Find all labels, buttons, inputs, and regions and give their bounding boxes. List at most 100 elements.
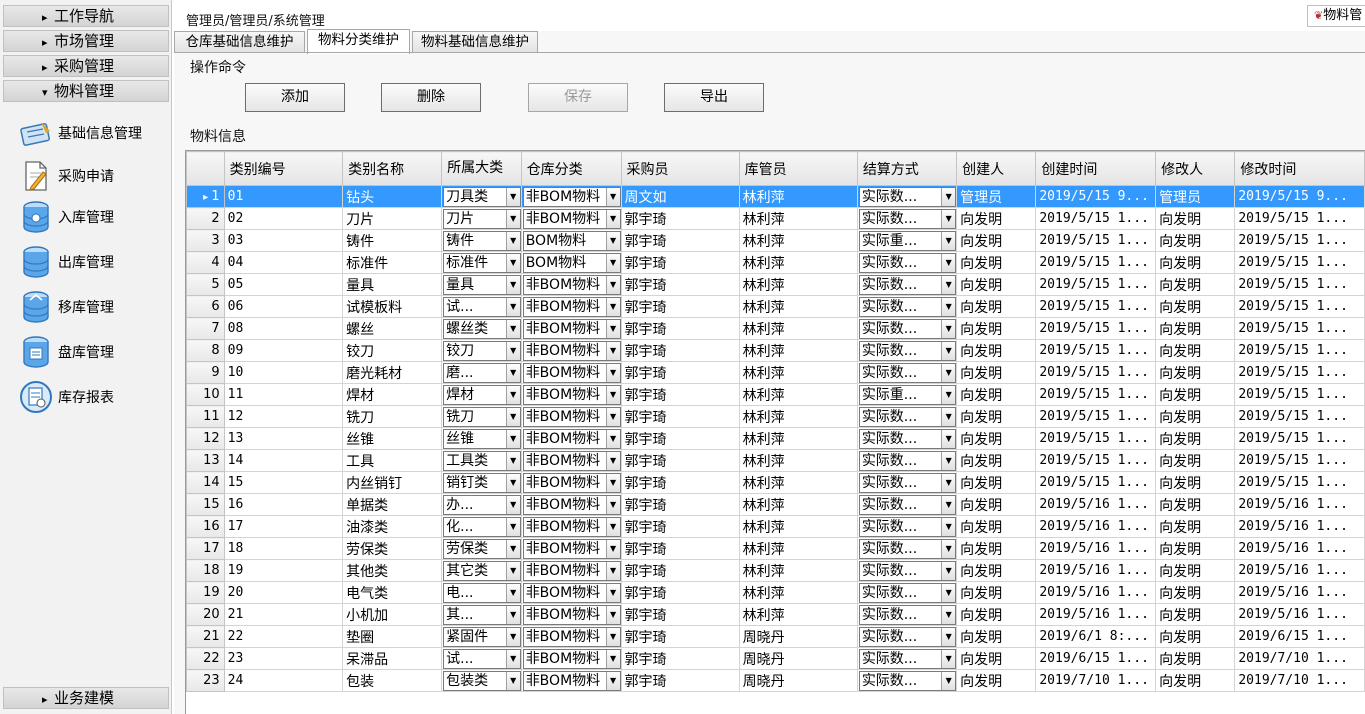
creator-cell[interactable]: 向发明 <box>956 427 1037 450</box>
save-button[interactable]: 保存 <box>528 83 628 112</box>
dropdown-arrow-icon[interactable]: ▼ <box>605 407 620 426</box>
create-time-cell[interactable]: 2019/5/16 1... <box>1035 537 1157 560</box>
dropdown-arrow-icon[interactable]: ▼ <box>941 495 956 514</box>
category-name-cell[interactable]: 劳保类 <box>342 537 443 560</box>
parent-class-cell[interactable]: 工具类 ▼ <box>441 449 522 472</box>
dropdown-arrow-icon[interactable]: ▼ <box>605 473 620 492</box>
keeper-cell[interactable]: 林利萍 <box>738 185 858 208</box>
settlement-cell[interactable]: 实际数... ▼ <box>856 295 958 318</box>
keeper-cell[interactable]: 林利萍 <box>738 559 858 582</box>
dropdown-arrow-icon[interactable]: ▼ <box>605 297 620 316</box>
category-name-cell[interactable]: 铰刀 <box>342 339 443 362</box>
parent-class-combo[interactable]: 包装类 ▼ <box>443 670 521 691</box>
dropdown-arrow-icon[interactable]: ▼ <box>941 341 956 360</box>
col-header-category-code[interactable]: 类别编号 <box>223 151 344 186</box>
keeper-cell[interactable]: 林利萍 <box>738 339 858 362</box>
sidebar-item-stock-report[interactable]: 库存报表 <box>18 379 170 415</box>
export-button[interactable]: 导出 <box>664 83 764 112</box>
creator-cell[interactable]: 向发明 <box>956 647 1037 670</box>
keeper-cell[interactable]: 周晓丹 <box>738 625 858 648</box>
dropdown-arrow-icon[interactable]: ▼ <box>941 451 956 470</box>
table-row[interactable]: 15 16 单据类 办... ▼ 非BOM物料 ▼ 郭宇琦 林利萍 实际数... ▼ 向发明 2019/… <box>186 493 1365 516</box>
category-code-cell[interactable]: 14 <box>223 449 344 472</box>
modify-time-cell[interactable]: 2019/5/15 1... <box>1234 405 1365 428</box>
table-row[interactable]: 11 12 铣刀 铣刀 ▼ 非BOM物料 ▼ 郭宇琦 林利萍 实际数... ▼ 向发明 2019/5/1… <box>186 405 1365 428</box>
delete-button[interactable]: 删除 <box>381 83 481 112</box>
parent-class-combo[interactable]: 铣刀 ▼ <box>443 406 521 427</box>
table-row[interactable]: 20 21 小机加 其... ▼ 非BOM物料 ▼ 郭宇琦 林利萍 实际数... ▼ 向发明 2019/… <box>186 603 1365 626</box>
parent-class-combo[interactable]: 试... ▼ <box>443 296 521 317</box>
creator-cell[interactable]: 向发明 <box>956 229 1037 252</box>
nav-header-market[interactable]: ▸ 市场管理 <box>3 30 169 52</box>
warehouse-class-combo[interactable]: 非BOM物料 ▼ <box>522 428 621 449</box>
parent-class-combo[interactable]: 其... ▼ <box>443 604 521 625</box>
create-time-cell[interactable]: 2019/5/16 1... <box>1035 493 1157 516</box>
warehouse-class-combo[interactable]: BOM物料 ▼ <box>522 230 621 251</box>
dropdown-arrow-icon[interactable]: ▼ <box>941 671 956 690</box>
creator-cell[interactable]: 向发明 <box>956 669 1037 692</box>
dropdown-arrow-icon[interactable]: ▼ <box>605 539 620 558</box>
create-time-cell[interactable]: 2019/5/16 1... <box>1035 603 1157 626</box>
tab-warehouse-basic-info[interactable]: 仓库基础信息维护 <box>174 31 305 53</box>
parent-class-combo[interactable]: 焊材 ▼ <box>443 384 521 405</box>
parent-class-cell[interactable]: 办... ▼ <box>441 493 522 516</box>
modify-time-cell[interactable]: 2019/7/10 1... <box>1234 647 1365 670</box>
settlement-combo[interactable]: 实际数... ▼ <box>858 560 956 581</box>
parent-class-cell[interactable]: 紧固件 ▼ <box>441 625 522 648</box>
create-time-cell[interactable]: 2019/5/15 1... <box>1035 361 1157 384</box>
col-header-settlement[interactable]: 结算方式 <box>856 151 958 186</box>
buyer-cell[interactable]: 郭宇琦 <box>620 449 740 472</box>
tab-material-management[interactable]: ❦物料管 <box>1307 5 1365 27</box>
category-name-cell[interactable]: 标准件 <box>342 251 443 274</box>
parent-class-cell[interactable]: 其它类 ▼ <box>441 559 522 582</box>
table-row[interactable]: 6 06 试模板料 试... ▼ 非BOM物料 ▼ 郭宇琦 林利萍 实际数... ▼ 向发明 2019/… <box>186 295 1365 318</box>
category-name-cell[interactable]: 小机加 <box>342 603 443 626</box>
nav-header-work[interactable]: ▸ 工作导航 <box>3 5 169 27</box>
sidebar-item-transfer[interactable]: 移库管理 <box>18 289 170 325</box>
material-category-grid[interactable]: 类别编号 类别名称 所属大类 仓库分类 采购员 库管员 结算方式 创建人 创建时… <box>185 150 1365 714</box>
table-row[interactable]: 14 15 内丝销钉 销钉类 ▼ 非BOM物料 ▼ 郭宇琦 林利萍 实际数... ▼ 向发明 2019/… <box>186 471 1365 494</box>
keeper-cell[interactable]: 林利萍 <box>738 515 858 538</box>
warehouse-class-combo[interactable]: 非BOM物料 ▼ <box>522 406 621 427</box>
keeper-cell[interactable]: 林利萍 <box>738 251 858 274</box>
table-row[interactable]: 4 04 标准件 标准件 ▼ BOM物料 ▼ 郭宇琦 林利萍 实际数... ▼ 向发明 2019/5/1… <box>186 251 1365 274</box>
category-code-cell[interactable]: 22 <box>223 625 344 648</box>
parent-class-combo[interactable]: 铰刀 ▼ <box>443 340 521 361</box>
buyer-cell[interactable]: 郭宇琦 <box>620 229 740 252</box>
modify-time-cell[interactable]: 2019/5/15 1... <box>1234 207 1365 230</box>
dropdown-arrow-icon[interactable]: ▼ <box>605 187 620 206</box>
dropdown-arrow-icon[interactable]: ▼ <box>505 495 520 514</box>
warehouse-class-combo[interactable]: 非BOM物料 ▼ <box>522 516 621 537</box>
dropdown-arrow-icon[interactable]: ▼ <box>605 627 620 646</box>
modify-time-cell[interactable]: 2019/7/10 1... <box>1234 669 1365 692</box>
parent-class-cell[interactable]: 试... ▼ <box>441 295 522 318</box>
warehouse-class-cell[interactable]: 非BOM物料 ▼ <box>520 471 622 494</box>
buyer-cell[interactable]: 郭宇琦 <box>620 405 740 428</box>
dropdown-arrow-icon[interactable]: ▼ <box>505 583 520 602</box>
category-code-cell[interactable]: 08 <box>223 317 344 340</box>
category-name-cell[interactable]: 油漆类 <box>342 515 443 538</box>
parent-class-combo[interactable]: 其它类 ▼ <box>443 560 521 581</box>
modifier-cell[interactable]: 向发明 <box>1155 493 1236 516</box>
dropdown-arrow-icon[interactable]: ▼ <box>505 363 520 382</box>
table-row[interactable]: 2 02 刀片 刀片 ▼ 非BOM物料 ▼ 郭宇琦 林利萍 实际数... ▼ 向发明 2019/5/15… <box>186 207 1365 230</box>
modifier-cell[interactable]: 向发明 <box>1155 559 1236 582</box>
creator-cell[interactable]: 向发明 <box>956 471 1037 494</box>
dropdown-arrow-icon[interactable]: ▼ <box>505 539 520 558</box>
parent-class-combo[interactable]: 劳保类 ▼ <box>443 538 521 559</box>
create-time-cell[interactable]: 2019/5/15 1... <box>1035 471 1157 494</box>
warehouse-class-cell[interactable]: BOM物料 ▼ <box>520 229 622 252</box>
modifier-cell[interactable]: 向发明 <box>1155 471 1236 494</box>
settlement-combo[interactable]: 实际数... ▼ <box>858 626 956 647</box>
parent-class-cell[interactable]: 铣刀 ▼ <box>441 405 522 428</box>
warehouse-class-cell[interactable]: 非BOM物料 ▼ <box>520 427 622 450</box>
settlement-cell[interactable]: 实际数... ▼ <box>856 251 958 274</box>
category-code-cell[interactable]: 19 <box>223 559 344 582</box>
keeper-cell[interactable]: 林利萍 <box>738 361 858 384</box>
settlement-combo[interactable]: 实际数... ▼ <box>858 318 956 339</box>
dropdown-arrow-icon[interactable]: ▼ <box>941 319 956 338</box>
keeper-cell[interactable]: 林利萍 <box>738 427 858 450</box>
warehouse-class-cell[interactable]: 非BOM物料 ▼ <box>520 515 622 538</box>
modifier-cell[interactable]: 向发明 <box>1155 383 1236 406</box>
modifier-cell[interactable]: 向发明 <box>1155 295 1236 318</box>
